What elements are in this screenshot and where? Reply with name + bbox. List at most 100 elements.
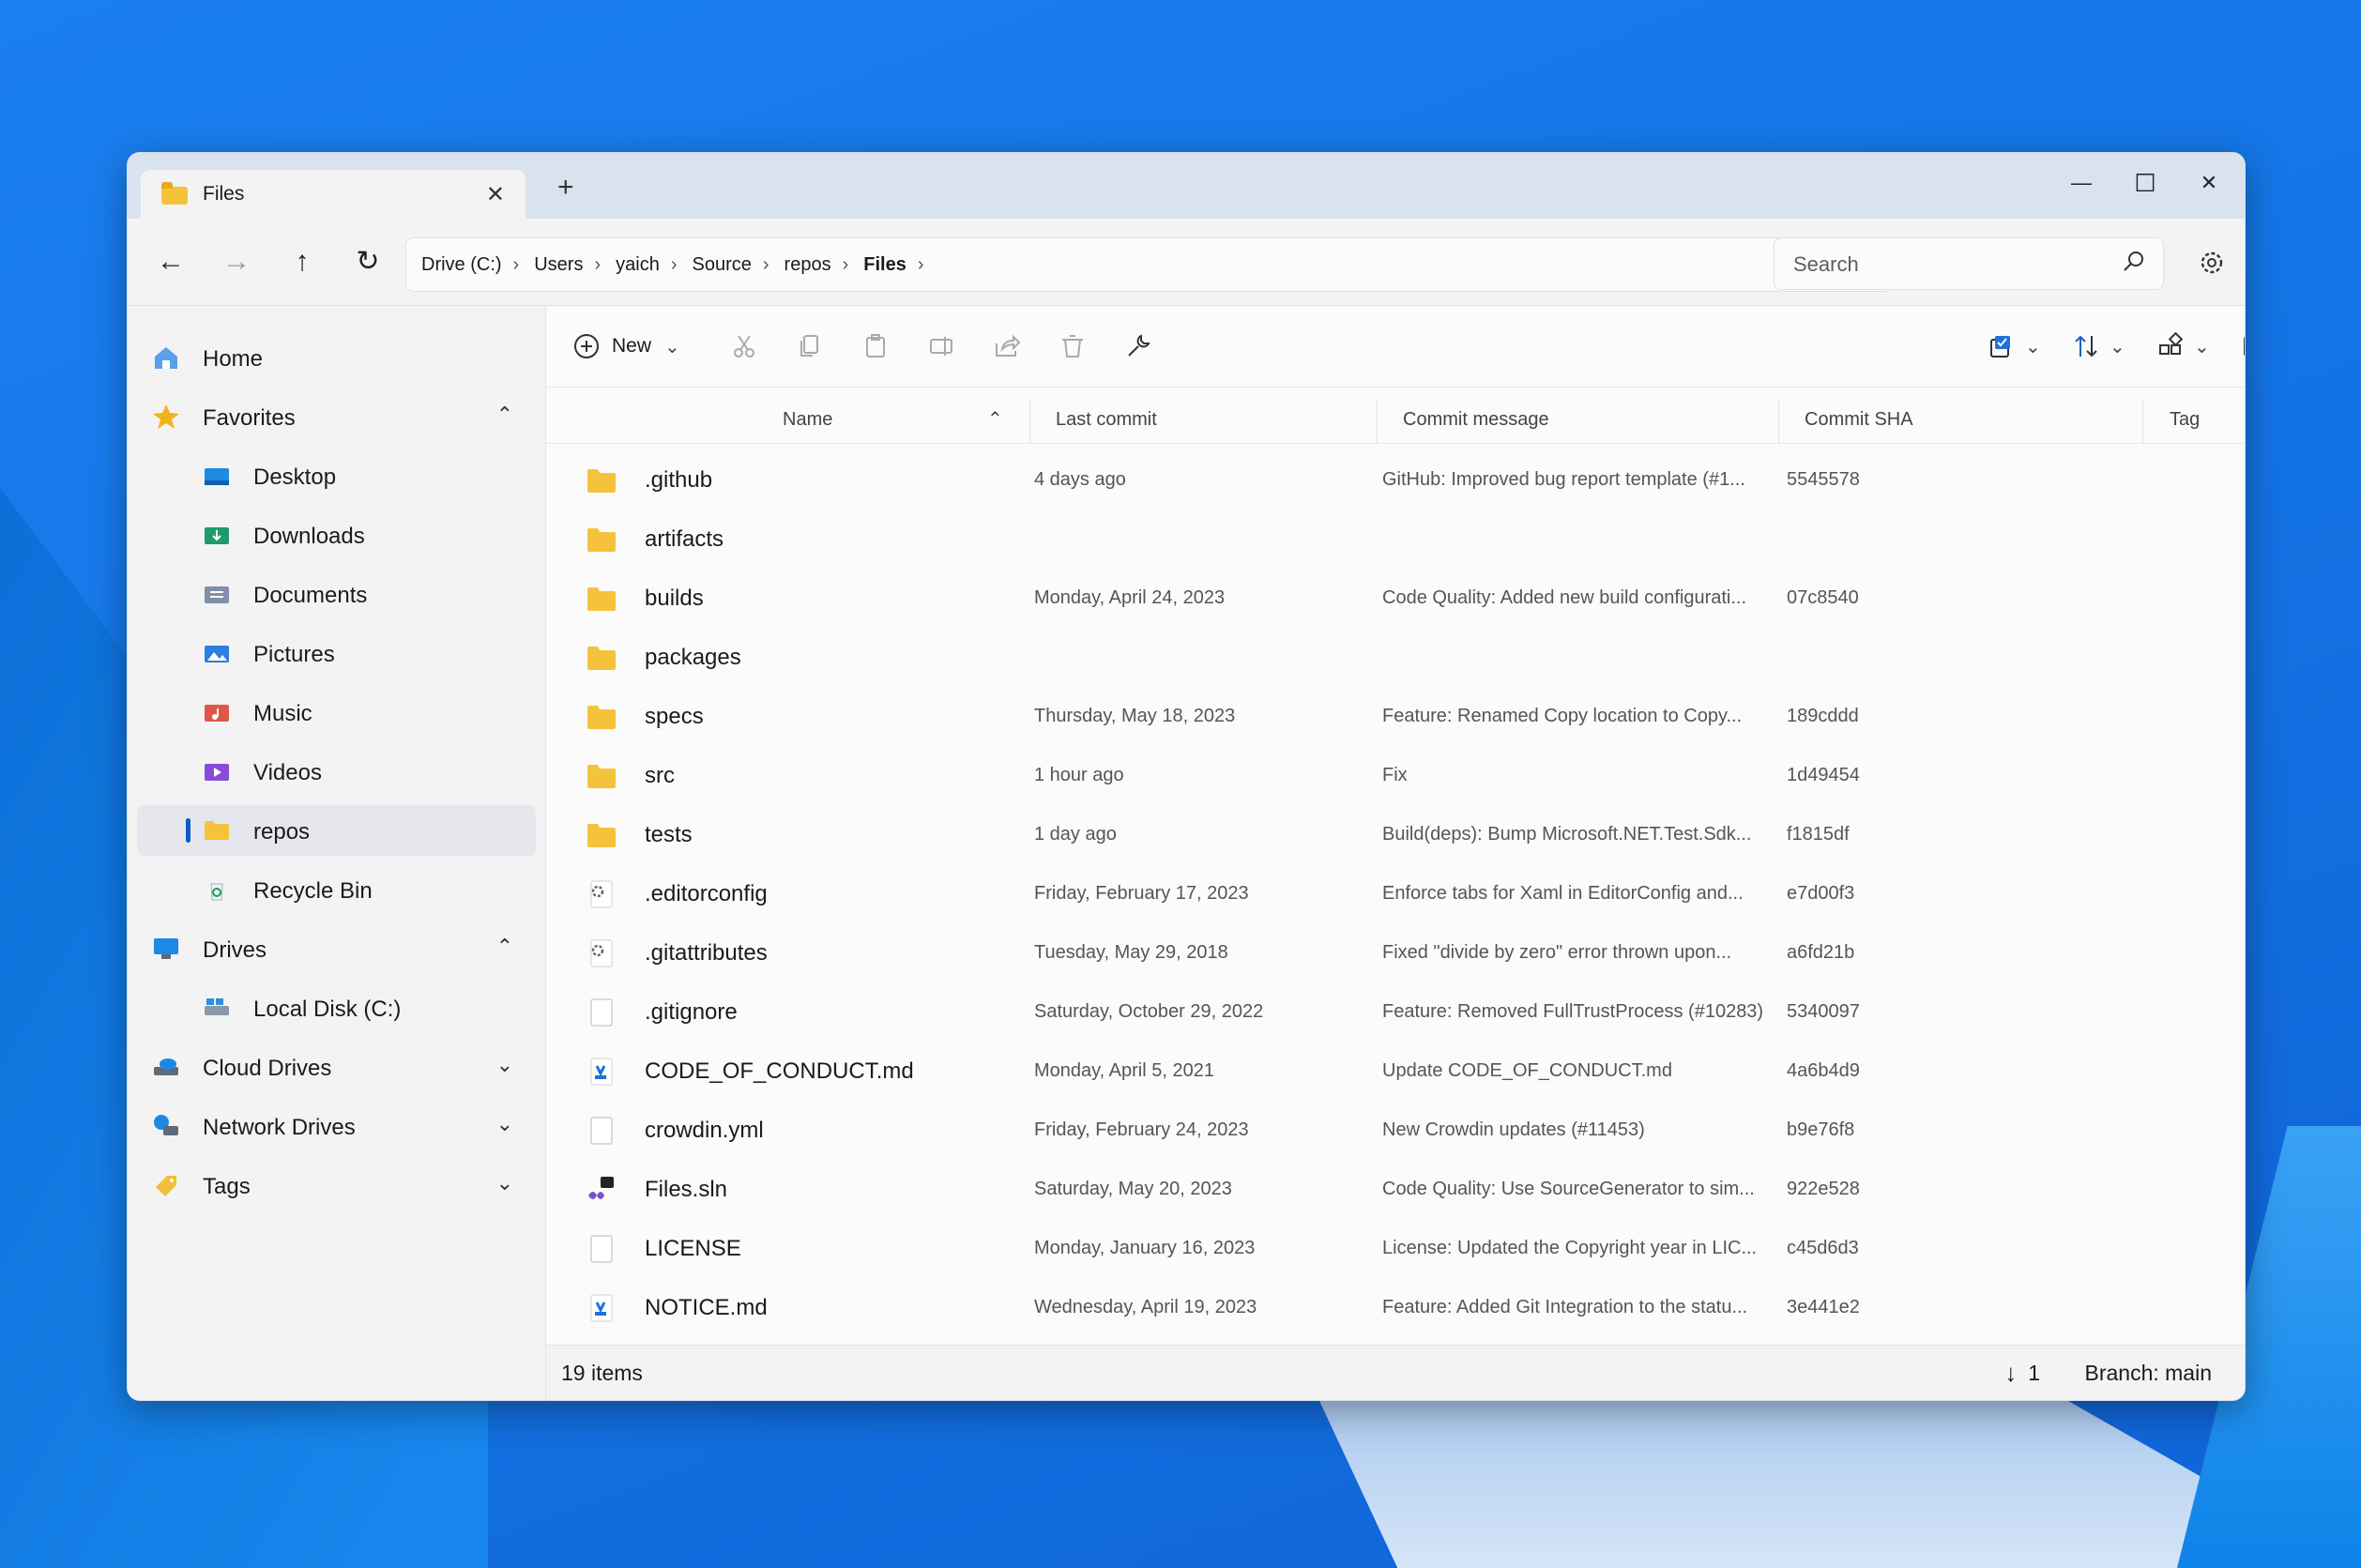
chevron-up-icon[interactable]: ⌃ [496, 935, 513, 959]
branch-selector[interactable]: Branch: main [2084, 1361, 2212, 1386]
chevron-down-icon[interactable]: ⌄ [496, 1112, 513, 1136]
chevron-down-icon[interactable]: ⌄ [496, 1171, 513, 1195]
up-button[interactable]: ↑ [282, 241, 323, 282]
share-button[interactable] [993, 327, 1021, 366]
column-divider[interactable] [2142, 400, 2143, 443]
new-button-label: New [612, 335, 652, 357]
file-row[interactable]: Files.sln Saturday, May 20, 2023 Code Qu… [556, 1162, 2235, 1218]
back-button[interactable]: ← [150, 241, 191, 282]
file-row[interactable]: artifacts [556, 511, 2235, 568]
sidebar-item-tags[interactable]: Tags ⌄ [137, 1160, 536, 1210]
sidebar-item-drives[interactable]: Drives ⌃ [137, 923, 536, 974]
close-tab-button[interactable]: ✕ [486, 181, 505, 208]
home-icon [155, 347, 177, 369]
file-commit-sha: 5545578 [1787, 469, 1860, 490]
folder-icon [587, 469, 616, 493]
column-divider[interactable] [1377, 400, 1378, 443]
breadcrumb-item[interactable]: Drive (C:) [421, 254, 502, 276]
sidebar-item-downloads[interactable]: Downloads [137, 510, 536, 560]
delete-button[interactable] [1059, 327, 1087, 366]
breadcrumb-item[interactable]: Source [693, 254, 752, 276]
file-last-commit: Friday, February 17, 2023 [1034, 883, 1249, 904]
new-tab-button[interactable]: + [557, 172, 574, 204]
properties-button[interactable] [1124, 327, 1152, 366]
breadcrumb-current[interactable]: Files [863, 254, 906, 276]
cut-button[interactable] [730, 327, 758, 366]
selection-indicator [186, 818, 190, 843]
sidebar-item-favorites[interactable]: Favorites ⌃ [137, 391, 536, 442]
layout-button[interactable]: ⌄ [2156, 327, 2210, 366]
file-row[interactable]: src 1 hour ago Fix 1d49454 [556, 748, 2235, 804]
sidebar-item-cloud-drives[interactable]: Cloud Drives ⌄ [137, 1042, 536, 1092]
file-row[interactable]: tests 1 day ago Build(deps): Bump Micros… [556, 807, 2235, 863]
sidebar-item-documents[interactable]: Documents [137, 569, 536, 619]
sort-ascending-icon[interactable]: ⌃ [987, 407, 1003, 431]
rename-button[interactable] [927, 327, 955, 366]
sort-button[interactable]: ⌄ [2072, 327, 2125, 366]
column-header-last-commit[interactable]: Last commit [1056, 409, 1157, 431]
file-row[interactable]: packages [556, 630, 2235, 686]
paste-button[interactable] [861, 327, 890, 366]
sidebar-item-recycle-bin[interactable]: Recycle Bin [137, 864, 536, 915]
chevron-down-icon: ⌄ [664, 336, 680, 358]
selection-options-button[interactable]: ⌄ [1988, 327, 2041, 366]
sidebar-item-network-drives[interactable]: Network Drives ⌄ [137, 1101, 536, 1151]
breadcrumb-item[interactable]: repos [784, 254, 831, 276]
copy-button[interactable] [796, 327, 824, 366]
search-icon[interactable] [2122, 250, 2146, 274]
breadcrumb-item[interactable]: yaich [616, 254, 660, 276]
column-header-commit-message[interactable]: Commit message [1403, 409, 1549, 431]
file-row[interactable]: crowdin.yml Friday, February 24, 2023 Ne… [556, 1103, 2235, 1159]
minimize-button[interactable]: — [2053, 164, 2110, 202]
file-row[interactable]: LICENSE Monday, January 16, 2023 License… [556, 1221, 2235, 1277]
search-input[interactable] [1791, 250, 2114, 280]
settings-gear-icon[interactable] [2188, 239, 2235, 286]
column-header-name[interactable]: Name [783, 409, 832, 431]
file-commit-message: Build(deps): Bump Microsoft.NET.Test.Sdk… [1382, 824, 1752, 845]
add-circle-icon [574, 334, 599, 358]
pull-count: 1 [2028, 1361, 2040, 1385]
toggle-pane-button[interactable] [2241, 327, 2245, 366]
file-name: LICENSE [645, 1236, 741, 1261]
file-row[interactable]: .github 4 days ago GitHub: Improved bug … [556, 452, 2235, 509]
new-button[interactable]: New ⌄ [572, 327, 680, 366]
column-header-commit-sha[interactable]: Commit SHA [1805, 409, 1913, 431]
chevron-down-icon[interactable]: ⌄ [496, 1053, 513, 1077]
search-box[interactable] [1774, 237, 2164, 290]
command-toolbar: New ⌄ ⌄ ⌄ ⌄ [546, 306, 2245, 388]
sidebar-item-home[interactable]: Home [137, 332, 536, 383]
sidebar-item-label: Drives [203, 937, 267, 963]
forward-button[interactable]: → [216, 241, 257, 282]
file-list-pane: New ⌄ ⌄ ⌄ ⌄ Name ⌃ Last commit Commit me… [546, 306, 2245, 1400]
file-row[interactable]: .gitattributes Tuesday, May 29, 2018 Fix… [556, 925, 2235, 982]
address-bar[interactable]: Drive (C:) › Users › yaich › Source › repos ›… [405, 237, 1892, 292]
close-window-button[interactable]: ✕ [2181, 164, 2237, 202]
sidebar-item-repos[interactable]: repos [137, 805, 536, 856]
folder-icon [587, 587, 616, 611]
sidebar-item-desktop[interactable]: Desktop [137, 450, 536, 501]
maximize-button[interactable]: ☐ [2117, 164, 2173, 202]
column-divider[interactable] [1029, 400, 1030, 443]
sidebar-item-label: Documents [253, 583, 368, 608]
git-pull-button[interactable]: ↓ 1 [2004, 1359, 2040, 1388]
file-name: artifacts [645, 526, 724, 552]
file-row[interactable]: .editorconfig Friday, February 17, 2023 … [556, 866, 2235, 922]
breadcrumb-item[interactable]: Users [534, 254, 583, 276]
file-row[interactable]: .gitignore Saturday, October 29, 2022 Fe… [556, 984, 2235, 1041]
sidebar-item-label: Music [253, 701, 312, 726]
chevron-up-icon[interactable]: ⌃ [496, 403, 513, 427]
tab-files[interactable]: Files ✕ [141, 170, 526, 219]
copy-icon [800, 335, 818, 357]
file-row[interactable]: specs Thursday, May 18, 2023 Feature: Re… [556, 689, 2235, 745]
refresh-button[interactable]: ↻ [347, 241, 388, 282]
sidebar-item-videos[interactable]: Videos [137, 746, 536, 797]
column-header-tag[interactable]: Tag [2170, 409, 2200, 431]
column-divider[interactable] [1778, 400, 1779, 443]
sidebar-item-pictures[interactable]: Pictures [137, 628, 536, 678]
file-row[interactable]: CODE_OF_CONDUCT.md Monday, April 5, 2021… [556, 1043, 2235, 1100]
file-row[interactable]: NOTICE.md Wednesday, April 19, 2023 Feat… [556, 1280, 2235, 1336]
sidebar-item-music[interactable]: Music [137, 687, 536, 738]
sidebar-item-local-disk[interactable]: Local Disk (C:) [137, 982, 536, 1033]
file-row[interactable]: builds Monday, April 24, 2023 Code Quali… [556, 571, 2235, 627]
chevron-right-icon[interactable]: › [918, 254, 924, 276]
